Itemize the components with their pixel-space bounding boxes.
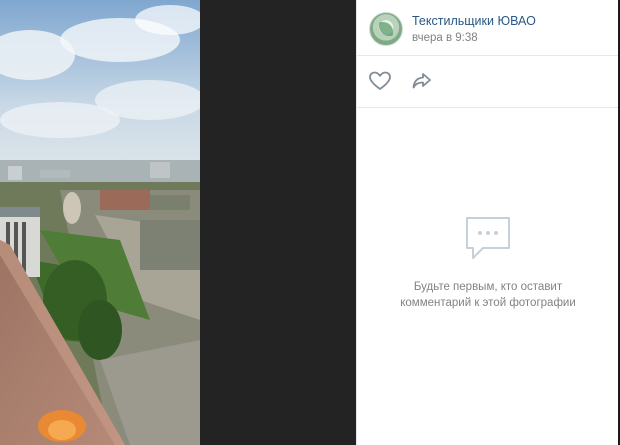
side-panel: Текстильщики ЮВАО вчера в 9:38 Будьте пе… [356,0,619,445]
heart-outline-icon [369,71,391,90]
photo-background [200,0,356,445]
empty-comments-text: Будьте первым, кто оставит комментарий к… [377,279,599,311]
author-block: Текстильщики ЮВАО вчера в 9:38 [357,0,619,56]
actions-bar [357,56,619,108]
avatar-logo-icon [379,22,393,36]
post-date[interactable]: вчера в 9:38 [412,32,478,44]
share-arrow-icon [412,73,431,89]
share-button[interactable] [409,69,435,93]
empty-comments-line-2: комментарий к этой фотографии [400,297,576,309]
empty-comments-line-1: Будьте первым, кто оставит [413,281,563,293]
author-name[interactable]: Текстильщики ЮВАО [412,14,536,28]
comment-bubble-icon [461,212,515,266]
avatar[interactable] [369,12,403,46]
like-button[interactable] [367,69,393,93]
photo-image [0,0,200,445]
photo-area[interactable] [0,0,356,445]
comments-area: Будьте первым, кто оставит комментарий к… [357,108,619,445]
photo-viewer: Текстильщики ЮВАО вчера в 9:38 Будьте пе… [0,0,620,445]
photo[interactable] [0,0,200,445]
